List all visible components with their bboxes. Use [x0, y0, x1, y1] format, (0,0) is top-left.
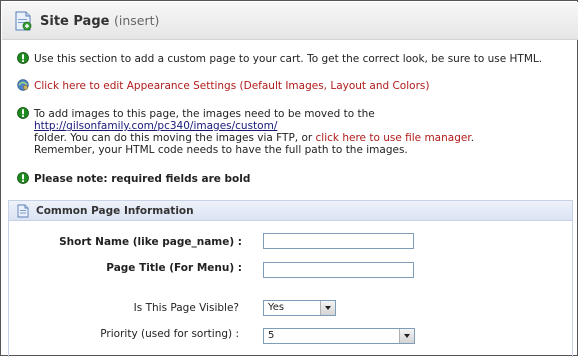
appearance-settings-link[interactable]: Click here to edit Appearance Settings (…: [34, 80, 429, 92]
required-fields-note: Please note: required fields are bold: [34, 173, 251, 185]
images-folder-url[interactable]: http://gilsonfamily.com/pc340/images/cus…: [34, 120, 277, 132]
section-header: Common Page Information: [8, 200, 573, 221]
info-icon: [17, 172, 29, 184]
short-name-label: Short Name (like page_name) :: [59, 236, 242, 248]
info-icon: [17, 107, 29, 119]
short-name-input[interactable]: [263, 233, 414, 249]
images-instructions-line1: To add images to this page, the images n…: [34, 108, 375, 120]
images-instructions-line4: Remember, your HTML code needs to have t…: [34, 144, 408, 156]
images-instructions-line3: folder. You can do this moving the image…: [34, 132, 474, 144]
page-title-input[interactable]: [263, 262, 414, 278]
page-header: Site Page (insert): [2, 2, 578, 40]
images-instructions-line3-post: .: [470, 132, 475, 144]
priority-select[interactable]: 5: [263, 328, 415, 344]
file-manager-link[interactable]: click here to use file manager: [316, 132, 471, 144]
appearance-icon: [17, 79, 29, 91]
images-instructions-line3-pre: folder. You can do this moving the image…: [34, 132, 316, 144]
priority-label: Priority (used for sorting) :: [100, 328, 239, 340]
priority-select-value: 5: [268, 330, 275, 341]
form-area: Short Name (like page_name) : Page Title…: [8, 221, 573, 357]
intro-text: Use this section to add a custom page to…: [34, 53, 543, 65]
section-title: Common Page Information: [36, 205, 194, 217]
section-page-icon: [17, 204, 29, 218]
page-frame: Site Page (insert) Use this section to a…: [0, 0, 578, 357]
page-title-text: Site Page: [40, 14, 110, 29]
page-title-label: Page Title (For Menu) :: [106, 262, 242, 274]
visible-select[interactable]: Yes: [263, 300, 336, 316]
visible-select-value: Yes: [268, 302, 285, 313]
visible-label: Is This Page Visible?: [133, 302, 239, 314]
page-title: Site Page (insert): [40, 13, 159, 29]
page-title-mode: (insert): [113, 13, 160, 28]
page-icon: [15, 11, 32, 31]
dropdown-arrow-icon[interactable]: [399, 329, 414, 343]
dropdown-arrow-icon[interactable]: [320, 301, 335, 315]
info-icon: [17, 52, 29, 64]
